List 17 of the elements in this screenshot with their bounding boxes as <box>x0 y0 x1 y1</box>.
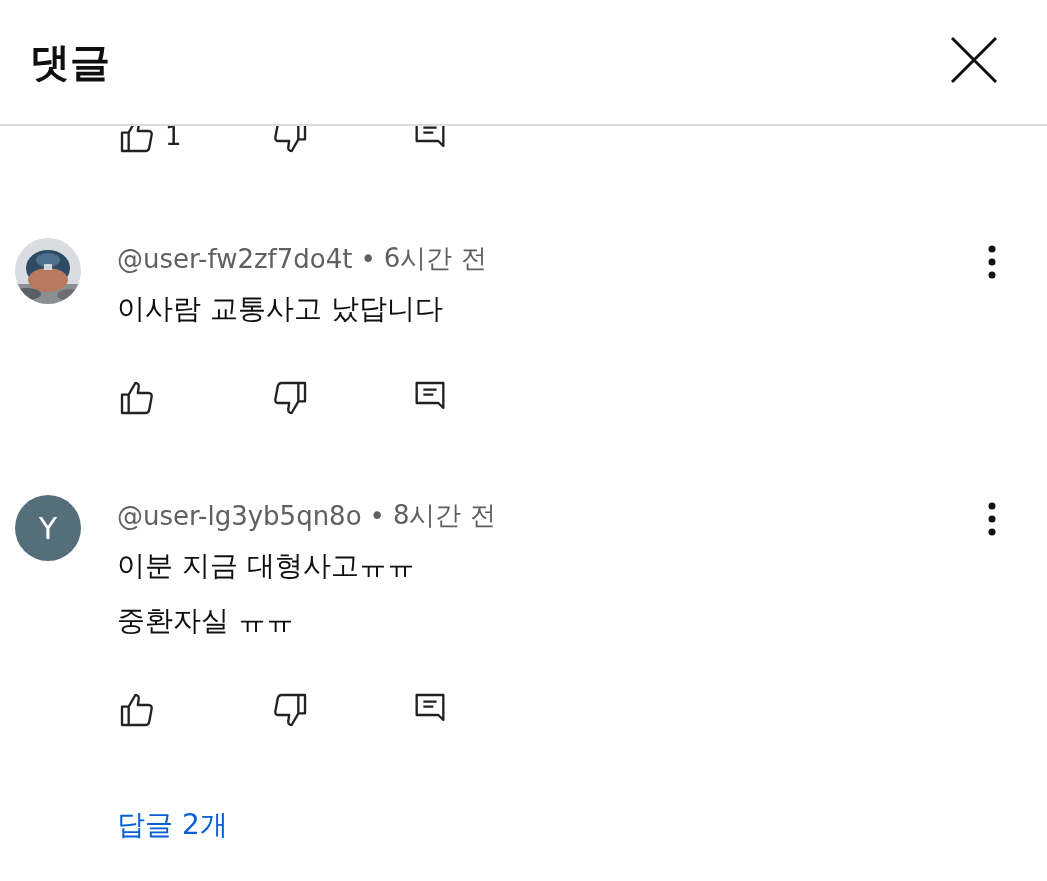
comment-author[interactable]: @user-lg3yb5qn8o <box>117 500 362 531</box>
comment-text: 이사람 교통사고 났답니다 <box>117 291 444 327</box>
comment-time: 6시간 전 <box>383 242 487 275</box>
comment-text: 중환자실 ㅠㅠ <box>117 603 295 639</box>
replies-link[interactable]: 답글 2개 <box>117 805 228 845</box>
dot-separator: • <box>360 243 376 274</box>
comment-time: 8시간 전 <box>392 499 496 532</box>
comment-text: 이분 지금 대형사고ㅠㅠ <box>117 548 416 584</box>
comment-author[interactable]: @user-fw2zf7do4t <box>117 243 353 274</box>
more-icon <box>987 244 997 280</box>
like-button[interactable]: 1 <box>117 126 270 156</box>
like-count: 1 <box>165 126 182 151</box>
avatar-initial: Y <box>15 495 81 561</box>
panel-title: 댓글 <box>30 37 110 87</box>
dot-separator: • <box>369 500 385 531</box>
close-icon <box>949 35 999 85</box>
more-icon <box>987 501 997 537</box>
